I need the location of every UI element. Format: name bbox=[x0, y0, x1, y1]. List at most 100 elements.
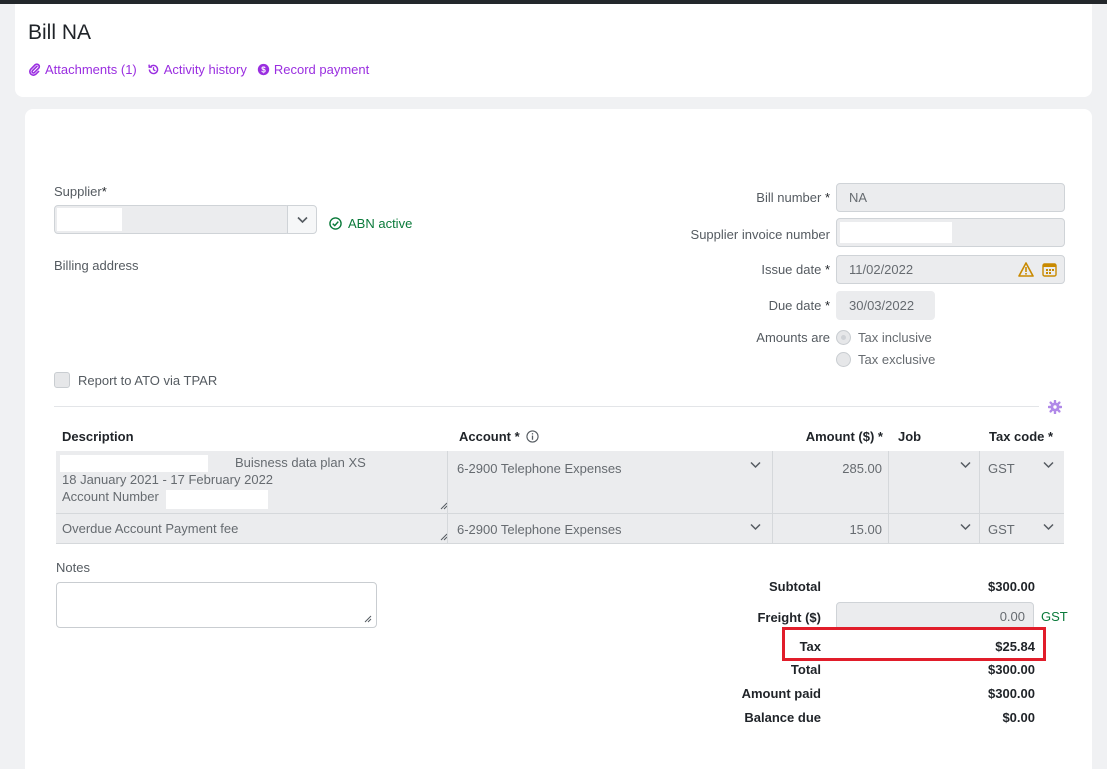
history-icon bbox=[148, 64, 159, 75]
issue-date-label: Issue date * bbox=[761, 262, 830, 277]
col-header-account-text: Account * bbox=[459, 429, 520, 444]
redacted-invoice-number bbox=[840, 222, 952, 243]
supplier-label-text: Supplier bbox=[54, 184, 102, 199]
column-separator bbox=[979, 514, 980, 544]
bill-number-label-text: Bill number bbox=[756, 190, 822, 205]
freight-value: 0.00 bbox=[999, 608, 1025, 624]
radio-tax-inclusive[interactable]: Tax inclusive bbox=[836, 330, 932, 345]
column-separator bbox=[888, 451, 889, 514]
attachments-link[interactable]: Attachments (1) bbox=[28, 62, 137, 77]
issue-date-value: 11/02/2022 bbox=[849, 262, 914, 277]
subtotal-value: $300.00 bbox=[988, 579, 1035, 594]
chevron-down-icon bbox=[296, 216, 308, 223]
calendar-icon[interactable] bbox=[1042, 262, 1057, 277]
col-header-tax-code: Tax code * bbox=[989, 429, 1054, 444]
info-icon[interactable] bbox=[526, 430, 539, 443]
supplier-select[interactable] bbox=[54, 205, 290, 234]
bill-number-value: NA bbox=[849, 190, 868, 205]
freight-field[interactable]: 0.00 bbox=[836, 602, 1034, 630]
amounts-are-label: Amounts are bbox=[756, 330, 830, 345]
column-separator bbox=[772, 451, 773, 514]
freight-label: Freight ($) bbox=[757, 610, 821, 625]
page-header: Bill NA Attachments (1) Activity history… bbox=[15, 4, 1092, 97]
account-select[interactable]: 6-2900 Telephone Expenses bbox=[457, 522, 622, 538]
total-label: Total bbox=[790, 662, 821, 677]
subtotal-label: Subtotal bbox=[769, 579, 821, 594]
supplier-invoice-number-label: Supplier invoice number bbox=[690, 227, 830, 242]
line-description-3[interactable]: Account Number bbox=[62, 489, 159, 505]
record-payment-label: Record payment bbox=[273, 62, 370, 77]
account-select[interactable]: 6-2900 Telephone Expenses bbox=[457, 461, 622, 477]
redacted-account-number bbox=[166, 490, 268, 509]
line-description-1[interactable]: Buisness data plan XS bbox=[235, 455, 366, 471]
svg-text:$: $ bbox=[261, 65, 266, 74]
col-header-amount: Amount ($) * bbox=[805, 429, 883, 444]
freight-tax-code-link[interactable]: GST bbox=[1041, 609, 1068, 624]
table-row[interactable]: Overdue Account Payment fee 6-2900 Telep… bbox=[56, 514, 1064, 544]
column-separator bbox=[888, 514, 889, 544]
col-header-description: Description bbox=[62, 429, 134, 444]
tax-code-chevron-icon[interactable] bbox=[1043, 522, 1054, 534]
line-description-1[interactable]: Overdue Account Payment fee bbox=[62, 521, 238, 537]
tax-inclusive-label: Tax inclusive bbox=[858, 330, 932, 345]
tax-exclusive-label: Tax exclusive bbox=[858, 352, 936, 367]
header-links: Attachments (1) Activity history $ Recor… bbox=[28, 62, 369, 77]
record-payment-link[interactable]: $ Record payment bbox=[257, 62, 369, 77]
resize-handle-icon[interactable] bbox=[364, 615, 372, 623]
radio-button-selected[interactable] bbox=[836, 330, 851, 345]
amount-field[interactable]: 15.00 bbox=[776, 522, 882, 538]
gear-icon[interactable] bbox=[1048, 400, 1062, 414]
bill-number-label: Bill number * bbox=[756, 190, 830, 205]
table-row[interactable]: Buisness data plan XS 18 January 2021 - … bbox=[56, 451, 1064, 514]
redacted-description bbox=[60, 455, 208, 472]
notes-textarea[interactable] bbox=[56, 582, 377, 628]
tax-code-select[interactable]: GST bbox=[988, 461, 1015, 477]
tax-code-chevron-icon[interactable] bbox=[1043, 460, 1054, 472]
supplier-label: Supplier* bbox=[54, 184, 107, 199]
activity-history-label: Activity history bbox=[163, 62, 247, 77]
activity-history-link[interactable]: Activity history bbox=[147, 62, 247, 77]
column-separator bbox=[772, 514, 773, 544]
balance-due-label: Balance due bbox=[744, 710, 821, 725]
tax-code-select[interactable]: GST bbox=[988, 522, 1015, 538]
balance-due-value: $0.00 bbox=[1002, 710, 1035, 725]
check-circle-icon bbox=[329, 217, 342, 230]
paperclip-icon bbox=[29, 63, 41, 76]
attachments-label: Attachments (1) bbox=[45, 62, 137, 77]
bill-form: Supplier* ABN active Billing address Bil… bbox=[25, 109, 1092, 769]
chevron-down-icon[interactable] bbox=[750, 460, 761, 472]
abn-status: ABN active bbox=[329, 216, 412, 231]
radio-button[interactable] bbox=[836, 352, 851, 367]
issue-date-field[interactable]: 11/02/2022 bbox=[836, 255, 1065, 284]
chevron-down-icon[interactable] bbox=[750, 522, 761, 534]
tax-value: $25.84 bbox=[995, 639, 1035, 654]
total-value: $300.00 bbox=[988, 662, 1035, 677]
page-title: Bill NA bbox=[28, 21, 92, 44]
line-description-2[interactable]: 18 January 2021 - 17 February 2022 bbox=[62, 472, 273, 488]
tpar-label: Report to ATO via TPAR bbox=[78, 372, 218, 388]
col-header-account: Account * bbox=[459, 429, 539, 444]
tpar-checkbox-row[interactable]: Report to ATO via TPAR bbox=[54, 372, 217, 388]
notes-label: Notes bbox=[56, 560, 90, 575]
job-dropdown-chevron-icon[interactable] bbox=[960, 522, 971, 534]
amount-paid-value: $300.00 bbox=[988, 686, 1035, 701]
supplier-dropdown-button[interactable] bbox=[287, 205, 317, 234]
supplier-invoice-number-field[interactable] bbox=[836, 218, 1065, 247]
due-date-label-text: Due date bbox=[768, 298, 822, 313]
due-date-label: Due date * bbox=[768, 298, 830, 313]
supplier-required-mark: * bbox=[101, 184, 107, 199]
warning-icon bbox=[1018, 262, 1034, 277]
abn-status-text: ABN active bbox=[348, 216, 413, 231]
col-header-job: Job bbox=[898, 429, 922, 444]
redacted-supplier bbox=[57, 208, 122, 231]
bill-number-field[interactable]: NA bbox=[836, 183, 1065, 212]
billing-address-label: Billing address bbox=[54, 258, 139, 273]
tpar-checkbox[interactable] bbox=[54, 372, 70, 388]
due-date-value: 30/03/2022 bbox=[849, 298, 915, 313]
due-date-field[interactable]: 30/03/2022 bbox=[836, 291, 935, 320]
radio-tax-exclusive[interactable]: Tax exclusive bbox=[836, 352, 935, 367]
dollar-circle-icon: $ bbox=[257, 63, 270, 76]
column-separator bbox=[979, 451, 980, 514]
job-dropdown-chevron-icon[interactable] bbox=[960, 460, 971, 472]
amount-field[interactable]: 285.00 bbox=[776, 461, 882, 477]
